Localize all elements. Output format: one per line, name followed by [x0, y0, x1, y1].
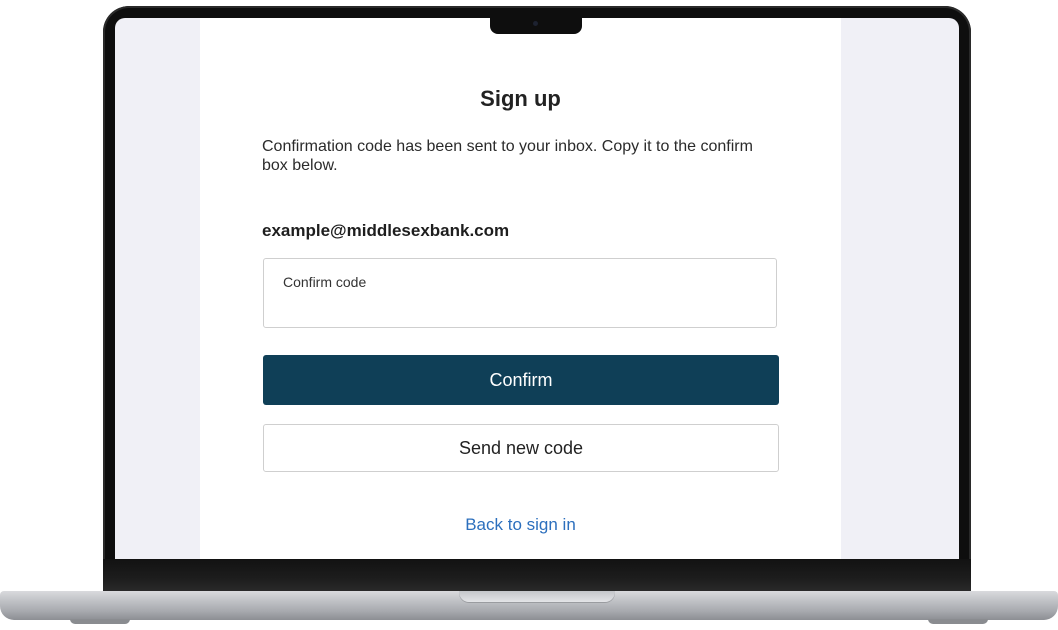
camera-icon [533, 21, 538, 26]
email-address: example@middlesexbank.com [262, 221, 510, 240]
confirmation-message: Confirmation code has been sent to your … [262, 138, 753, 174]
laptop-mockup: Sign up Confirmation code has been sent … [0, 0, 1058, 630]
send-new-code-button[interactable]: Send new code [263, 424, 779, 472]
confirm-code-label: Confirm code [283, 274, 367, 290]
page-title: Sign up [480, 86, 561, 111]
confirm-code-input[interactable] [282, 297, 756, 321]
confirm-code-field[interactable]: Confirm code [263, 258, 777, 328]
signup-card: Sign up Confirmation code has been sent … [200, 18, 841, 559]
confirm-button[interactable]: Confirm [263, 355, 779, 405]
laptop-foot-left [70, 619, 130, 624]
bottom-bezel [103, 559, 971, 592]
laptop-screen: Sign up Confirmation code has been sent … [115, 18, 959, 559]
back-to-sign-in-link[interactable]: Back to sign in [200, 515, 841, 535]
laptop-opening-notch [459, 591, 615, 603]
camera-notch [490, 18, 582, 34]
laptop-foot-right [928, 619, 988, 624]
